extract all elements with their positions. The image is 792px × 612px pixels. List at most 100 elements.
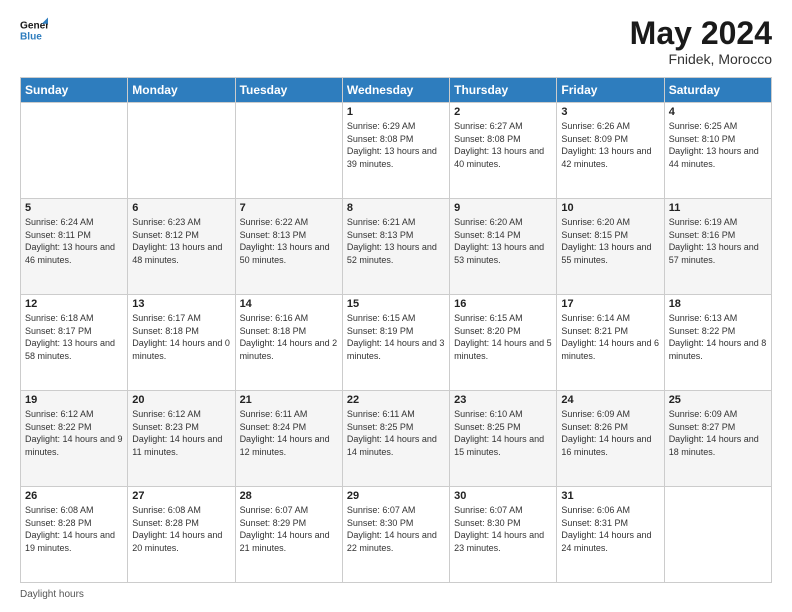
calendar-cell: 11 Sunrise: 6:19 AM Sunset: 8:16 PM Dayli… <box>664 199 771 295</box>
weekday-header: Thursday <box>450 78 557 103</box>
svg-text:Blue: Blue <box>20 31 42 42</box>
day-info: Sunrise: 6:11 AM Sunset: 8:24 PM Dayligh… <box>240 408 338 458</box>
day-info: Sunrise: 6:29 AM Sunset: 8:08 PM Dayligh… <box>347 120 445 170</box>
day-info: Sunrise: 6:15 AM Sunset: 8:20 PM Dayligh… <box>454 312 552 362</box>
calendar-cell: 29 Sunrise: 6:07 AM Sunset: 8:30 PM Dayli… <box>342 487 449 583</box>
day-number: 29 <box>347 490 445 502</box>
calendar-cell: 30Sunrise: 6:07 AM Sunset: 8:30 PM Dayli… <box>450 487 557 583</box>
weekday-header: Tuesday <box>235 78 342 103</box>
day-number: 1 <box>347 106 445 118</box>
day-info: Sunrise: 6:07 AM Sunset: 8:29 PM Dayligh… <box>240 504 338 554</box>
calendar-cell: 2Sunrise: 6:27 AM Sunset: 8:08 PM Daylig… <box>450 103 557 199</box>
header: General Blue May 2024 Fnidek, Morocco <box>20 16 772 67</box>
day-info: Sunrise: 6:13 AM Sunset: 8:22 PM Dayligh… <box>669 312 767 362</box>
calendar-cell: 12 Sunrise: 6:18 AM Sunset: 8:17 PM Dayli… <box>21 295 128 391</box>
day-info: Sunrise: 6:18 AM Sunset: 8:17 PM Dayligh… <box>25 312 123 362</box>
day-info: Sunrise: 6:21 AM Sunset: 8:13 PM Dayligh… <box>347 216 445 266</box>
weekday-header: Friday <box>557 78 664 103</box>
day-number: 14 <box>240 298 338 310</box>
calendar-cell: 6 Sunrise: 6:23 AM Sunset: 8:12 PM Daylig… <box>128 199 235 295</box>
day-info: Sunrise: 6:14 AM Sunset: 8:21 PM Dayligh… <box>561 312 659 362</box>
day-number: 28 <box>240 490 338 502</box>
day-number: 5 <box>25 202 123 214</box>
calendar-cell: 14 Sunrise: 6:16 AM Sunset: 8:18 PM Dayli… <box>235 295 342 391</box>
day-number: 4 <box>669 106 767 118</box>
calendar-cell: 22 Sunrise: 6:11 AM Sunset: 8:25 PM Dayli… <box>342 391 449 487</box>
day-number: 8 <box>347 202 445 214</box>
day-number: 6 <box>132 202 230 214</box>
calendar-table: SundayMondayTuesdayWednesdayThursdayFrid… <box>20 77 772 583</box>
calendar-cell: 17Sunrise: 6:14 AM Sunset: 8:21 PM Dayli… <box>557 295 664 391</box>
calendar-cell: 5 Sunrise: 6:24 AM Sunset: 8:11 PM Daylig… <box>21 199 128 295</box>
day-info: Sunrise: 6:26 AM Sunset: 8:09 PM Dayligh… <box>561 120 659 170</box>
calendar-cell: 20 Sunrise: 6:12 AM Sunset: 8:23 PM Dayli… <box>128 391 235 487</box>
day-info: Sunrise: 6:10 AM Sunset: 8:25 PM Dayligh… <box>454 408 552 458</box>
calendar-cell: 16Sunrise: 6:15 AM Sunset: 8:20 PM Dayli… <box>450 295 557 391</box>
day-number: 2 <box>454 106 552 118</box>
title-block: May 2024 Fnidek, Morocco <box>630 16 772 67</box>
day-number: 25 <box>669 394 767 406</box>
day-info: Sunrise: 6:09 AM Sunset: 8:26 PM Dayligh… <box>561 408 659 458</box>
day-number: 3 <box>561 106 659 118</box>
calendar-cell: 23 Sunrise: 6:10 AM Sunset: 8:25 PM Dayli… <box>450 391 557 487</box>
page: General Blue May 2024 Fnidek, Morocco Su… <box>0 0 792 612</box>
day-number: 15 <box>347 298 445 310</box>
calendar-cell: 24Sunrise: 6:09 AM Sunset: 8:26 PM Dayli… <box>557 391 664 487</box>
weekday-header: Monday <box>128 78 235 103</box>
day-number: 20 <box>132 394 230 406</box>
calendar-cell <box>235 103 342 199</box>
day-info: Sunrise: 6:09 AM Sunset: 8:27 PM Dayligh… <box>669 408 767 458</box>
day-number: 31 <box>561 490 659 502</box>
day-number: 27 <box>132 490 230 502</box>
calendar-cell: 15 Sunrise: 6:15 AM Sunset: 8:19 PM Dayli… <box>342 295 449 391</box>
weekday-header: Sunday <box>21 78 128 103</box>
day-info: Sunrise: 6:08 AM Sunset: 8:28 PM Dayligh… <box>132 504 230 554</box>
month-title: May 2024 <box>630 16 772 51</box>
calendar-cell: 4Sunrise: 6:25 AM Sunset: 8:10 PM Daylig… <box>664 103 771 199</box>
calendar-cell: 28 Sunrise: 6:07 AM Sunset: 8:29 PM Dayli… <box>235 487 342 583</box>
calendar-cell: 21 Sunrise: 6:11 AM Sunset: 8:24 PM Dayli… <box>235 391 342 487</box>
day-number: 22 <box>347 394 445 406</box>
calendar-cell: 27 Sunrise: 6:08 AM Sunset: 8:28 PM Dayli… <box>128 487 235 583</box>
day-number: 9 <box>454 202 552 214</box>
day-number: 19 <box>25 394 123 406</box>
day-info: Sunrise: 6:24 AM Sunset: 8:11 PM Dayligh… <box>25 216 123 266</box>
day-info: Sunrise: 6:17 AM Sunset: 8:18 PM Dayligh… <box>132 312 230 362</box>
weekday-header: Wednesday <box>342 78 449 103</box>
day-info: Sunrise: 6:22 AM Sunset: 8:13 PM Dayligh… <box>240 216 338 266</box>
day-number: 7 <box>240 202 338 214</box>
calendar-cell: 18Sunrise: 6:13 AM Sunset: 8:22 PM Dayli… <box>664 295 771 391</box>
calendar-cell <box>664 487 771 583</box>
day-number: 21 <box>240 394 338 406</box>
calendar-cell: 13 Sunrise: 6:17 AM Sunset: 8:18 PM Dayli… <box>128 295 235 391</box>
calendar-cell: 10Sunrise: 6:20 AM Sunset: 8:15 PM Dayli… <box>557 199 664 295</box>
day-number: 30 <box>454 490 552 502</box>
calendar-cell: 1 Sunrise: 6:29 AM Sunset: 8:08 PM Daylig… <box>342 103 449 199</box>
calendar-cell: 9 Sunrise: 6:20 AM Sunset: 8:14 PM Daylig… <box>450 199 557 295</box>
day-info: Sunrise: 6:16 AM Sunset: 8:18 PM Dayligh… <box>240 312 338 362</box>
day-info: Sunrise: 6:15 AM Sunset: 8:19 PM Dayligh… <box>347 312 445 362</box>
location: Fnidek, Morocco <box>630 51 772 67</box>
calendar-cell: 7 Sunrise: 6:22 AM Sunset: 8:13 PM Daylig… <box>235 199 342 295</box>
day-info: Sunrise: 6:23 AM Sunset: 8:12 PM Dayligh… <box>132 216 230 266</box>
day-info: Sunrise: 6:12 AM Sunset: 8:23 PM Dayligh… <box>132 408 230 458</box>
day-info: Sunrise: 6:19 AM Sunset: 8:16 PM Dayligh… <box>669 216 767 266</box>
day-number: 13 <box>132 298 230 310</box>
logo-icon: General Blue <box>20 16 48 44</box>
calendar-cell <box>128 103 235 199</box>
day-number: 11 <box>669 202 767 214</box>
weekday-header: Saturday <box>664 78 771 103</box>
day-info: Sunrise: 6:20 AM Sunset: 8:15 PM Dayligh… <box>561 216 659 266</box>
day-info: Sunrise: 6:11 AM Sunset: 8:25 PM Dayligh… <box>347 408 445 458</box>
calendar-cell: 26Sunrise: 6:08 AM Sunset: 8:28 PM Dayli… <box>21 487 128 583</box>
footer: Daylight hours <box>20 589 772 600</box>
calendar-cell: 19Sunrise: 6:12 AM Sunset: 8:22 PM Dayli… <box>21 391 128 487</box>
calendar-cell: 8 Sunrise: 6:21 AM Sunset: 8:13 PM Daylig… <box>342 199 449 295</box>
footer-label: Daylight hours <box>20 589 84 600</box>
day-number: 12 <box>25 298 123 310</box>
day-info: Sunrise: 6:20 AM Sunset: 8:14 PM Dayligh… <box>454 216 552 266</box>
day-number: 23 <box>454 394 552 406</box>
day-info: Sunrise: 6:07 AM Sunset: 8:30 PM Dayligh… <box>347 504 445 554</box>
calendar-cell <box>21 103 128 199</box>
day-number: 26 <box>25 490 123 502</box>
